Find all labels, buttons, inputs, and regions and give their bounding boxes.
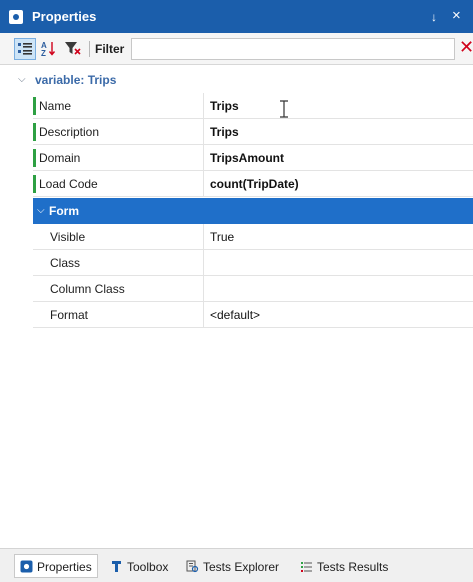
tests-results-icon	[301, 562, 312, 572]
text-cursor-icon	[280, 100, 288, 118]
bottom-tab-strip: Properties Toolbox Tests Explorer Tests …	[0, 548, 473, 582]
svg-text:Z: Z	[41, 49, 46, 58]
sort-az-icon: A Z	[41, 41, 56, 58]
tab-label: Toolbox	[127, 560, 169, 574]
properties-icon	[20, 560, 33, 573]
property-name: Column Class	[50, 282, 125, 296]
modified-marker	[33, 123, 36, 141]
categorized-view-button[interactable]	[14, 38, 36, 60]
tab-properties[interactable]: Properties	[14, 554, 98, 578]
column-divider	[203, 119, 204, 144]
modified-marker	[33, 175, 36, 193]
group-label: Form	[49, 204, 79, 218]
chevron-down-icon[interactable]: ⌵	[37, 205, 45, 216]
property-name: Format	[50, 308, 89, 322]
panel-title: Properties	[32, 9, 97, 24]
funnel-icon	[65, 42, 81, 55]
tab-label: Tests Results	[317, 560, 389, 574]
property-row-domain[interactable]: Domain TripsAmount	[33, 145, 473, 171]
close-icon[interactable]: ×	[452, 7, 461, 24]
column-divider	[203, 224, 204, 249]
property-row-load-code[interactable]: Load Code count(TripDate)	[33, 171, 473, 197]
property-row-visible[interactable]: Visible True	[33, 224, 473, 250]
property-row-format[interactable]: Format <default>	[33, 302, 473, 328]
column-divider	[203, 250, 204, 275]
tab-tests-explorer[interactable]: Tests Explorer	[180, 554, 288, 578]
column-divider	[203, 276, 204, 301]
properties-window-icon	[9, 10, 23, 24]
category-label: variable: Trips	[35, 73, 117, 87]
modified-marker	[33, 97, 36, 115]
tests-explorer-icon	[186, 560, 199, 573]
property-name: Name	[39, 99, 72, 113]
column-divider	[203, 93, 204, 118]
filter-input[interactable]	[131, 38, 455, 60]
pin-icon[interactable]: ↓	[431, 10, 437, 24]
property-row-description[interactable]: Description Trips	[33, 119, 473, 145]
alphabetical-sort-button[interactable]: A Z	[38, 38, 60, 60]
property-name: Description	[39, 125, 100, 139]
property-value[interactable]: True	[210, 230, 234, 244]
form-group-header[interactable]: ⌵ Form	[33, 198, 473, 224]
property-value[interactable]: <default>	[210, 308, 260, 322]
toolbar-separator	[89, 41, 90, 57]
modified-marker	[33, 149, 36, 167]
property-name: Domain	[39, 151, 81, 165]
property-row-name[interactable]: Name Trips	[33, 93, 473, 119]
tab-label: Properties	[37, 560, 92, 574]
properties-toolbar: A Z Filter ✕	[0, 33, 473, 65]
property-row-class[interactable]: Class	[33, 250, 473, 276]
property-name: Load Code	[39, 177, 98, 191]
property-value[interactable]: TripsAmount	[210, 151, 284, 165]
column-divider	[203, 145, 204, 170]
chevron-down-icon[interactable]: ⌵	[18, 74, 26, 85]
clear-filter-icon[interactable]: ✕	[459, 37, 473, 58]
column-divider	[203, 302, 204, 327]
property-value[interactable]: Trips	[210, 99, 239, 113]
property-row-column-class[interactable]: Column Class	[33, 276, 473, 302]
property-name: Class	[50, 256, 81, 270]
panel-title-bar: Properties ↓ ×	[0, 0, 473, 33]
filter-toggle-button[interactable]	[62, 38, 84, 60]
property-name: Visible	[50, 230, 86, 244]
tab-toolbox[interactable]: Toolbox	[104, 554, 174, 578]
tab-tests-results[interactable]: Tests Results	[294, 554, 394, 578]
property-value[interactable]: Trips	[210, 125, 239, 139]
category-header[interactable]: ⌵ variable: Trips	[0, 70, 473, 90]
property-value[interactable]: count(TripDate)	[210, 177, 299, 191]
filter-label: Filter	[95, 42, 125, 56]
column-divider	[203, 171, 204, 196]
categorized-icon	[18, 43, 32, 55]
toolbox-icon	[112, 561, 121, 572]
tab-label: Tests Explorer	[203, 560, 280, 574]
